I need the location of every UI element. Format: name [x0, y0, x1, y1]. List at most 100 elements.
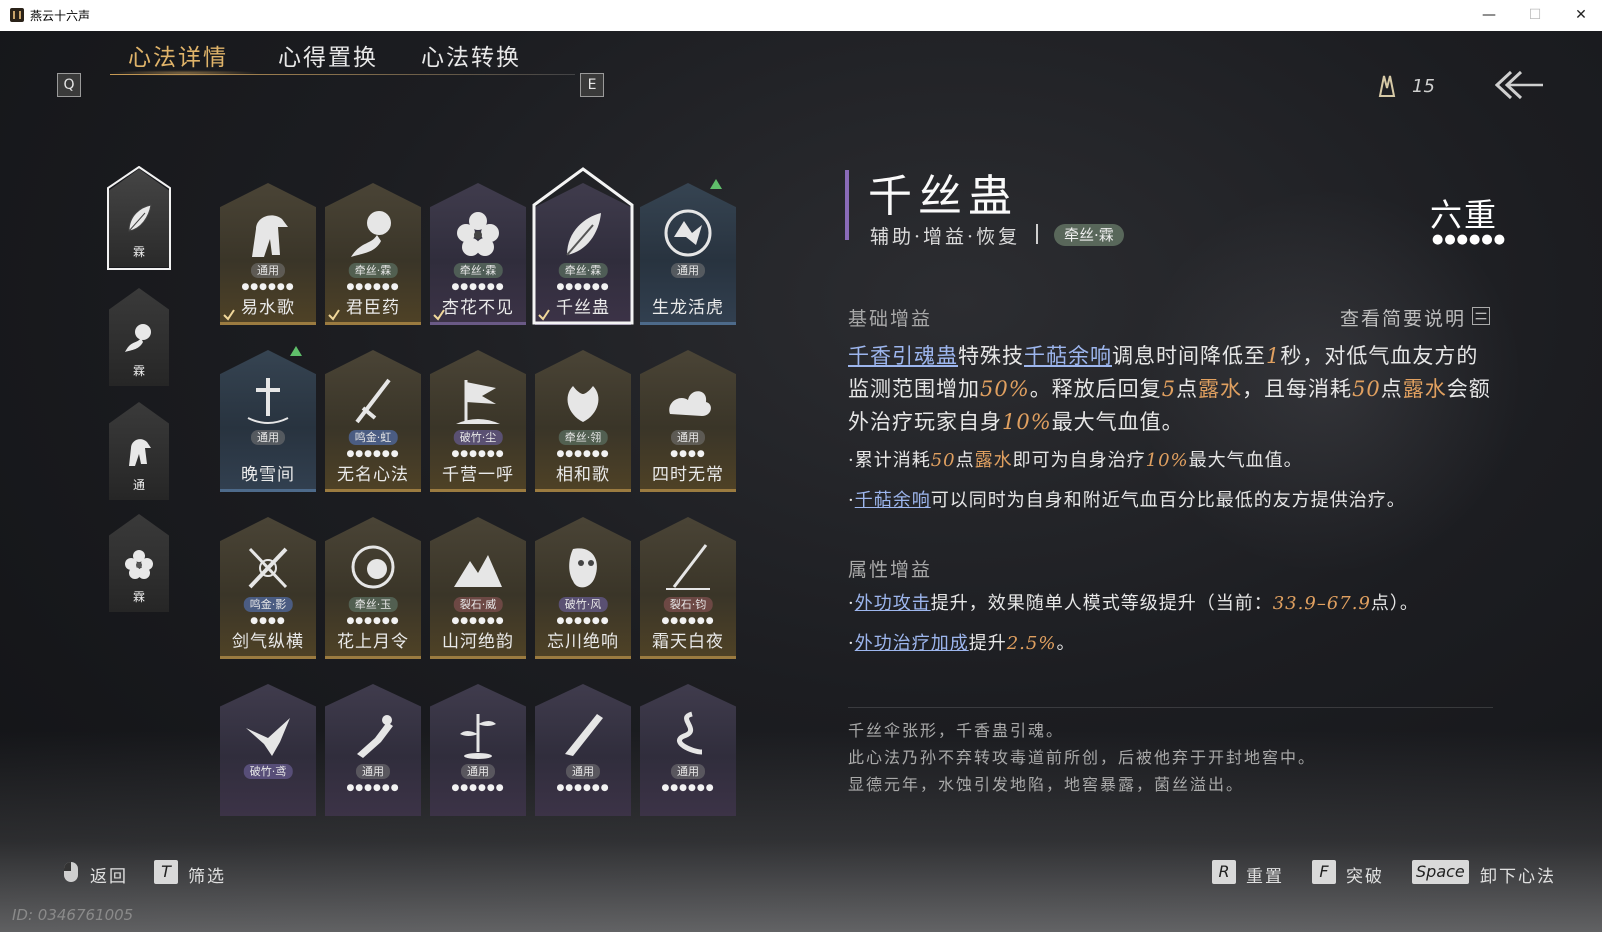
back-button[interactable]: 返回: [90, 862, 128, 887]
back-arrow-icon[interactable]: [1495, 68, 1545, 102]
filter-button[interactable]: 筛选: [188, 862, 226, 887]
skill-card[interactable]: 通用 ●●●●●● 易水歌: [220, 183, 316, 325]
rank-dots: ●●●●: [670, 449, 706, 459]
view-brief-button[interactable]: 查看简要说明: [1340, 304, 1466, 331]
dragon-emblem-icon: [664, 209, 712, 257]
skill-name: 花上月令: [337, 632, 409, 652]
upgrade-arrow-icon: [710, 179, 722, 189]
skill-card[interactable]: 鸣金·虹 ●●●●●● 无名心法: [325, 350, 421, 492]
sword-icon: [355, 378, 391, 424]
minimize-button[interactable]: —: [1466, 0, 1512, 31]
value: 1: [1266, 344, 1281, 368]
mountain-icon: [454, 555, 502, 587]
skill-link[interactable]: 千萜余响: [1024, 344, 1112, 368]
value: 33.9–67.9: [1272, 593, 1371, 614]
skill-card[interactable]: 牵丝·翎 ●●●●●● 相和歌: [535, 350, 631, 492]
skill-card[interactable]: 破竹·尘 ●●●●●● 千营一呼: [430, 350, 526, 492]
left-slot-label: 霖: [132, 590, 145, 604]
lore-line: 此心法乃孙不弃转攻毒道前所创，后被他弃于开封地窖中。: [848, 748, 1317, 767]
school-tag: 鸣金·虹: [348, 430, 398, 445]
value: 50%: [980, 377, 1030, 401]
skill-card[interactable]: 牵丝·霖 ●●●●●● 君臣药: [325, 183, 421, 325]
text: ，且每消耗: [1242, 377, 1353, 401]
card-base-line: [325, 489, 421, 492]
dew-term: 露水: [1402, 377, 1447, 401]
school-tag: 牵丝·玉: [348, 597, 398, 612]
filter-key[interactable]: T: [154, 860, 178, 884]
skill-card[interactable]: 通用 生龙活虎: [640, 183, 736, 325]
rank-dots: ●●●●●●: [661, 783, 715, 793]
school-badge: 牵丝·霖: [1054, 224, 1124, 246]
skill-card[interactable]: 通用 ●●●● 四时无常: [640, 350, 736, 492]
spear-icon: [666, 544, 710, 590]
text: 点: [1176, 377, 1199, 401]
school-tag: 通用: [671, 263, 705, 278]
tab-skill-details[interactable]: 心法详情: [128, 38, 228, 72]
card-base-line: [640, 489, 736, 492]
rank-dots: ●●●●●●: [451, 282, 505, 292]
value: 5: [1161, 377, 1177, 401]
reset-key[interactable]: R: [1212, 860, 1236, 884]
skill-card[interactable]: 通用 ●●●●●●: [535, 684, 631, 816]
text: ·累计消耗: [848, 450, 931, 471]
attr-link[interactable]: 外功攻击: [855, 593, 931, 614]
breakthrough-button[interactable]: 突破: [1346, 862, 1384, 887]
left-slot-label: 霖: [132, 245, 145, 259]
skill-card[interactable]: 牵丝·霖 ●●●●●● 杏花不见: [430, 183, 526, 325]
reset-button[interactable]: 重置: [1246, 862, 1284, 887]
toggle-icon[interactable]: [1472, 307, 1490, 325]
skill-card[interactable]: 通用 晚雪间: [220, 350, 316, 492]
upgrade-arrow-icon: [290, 346, 302, 356]
school-tag: 通用: [671, 430, 705, 445]
close-button[interactable]: ✕: [1558, 0, 1602, 31]
card-base-line: [640, 656, 736, 659]
tab-underline: [110, 74, 575, 75]
card-base-line: [535, 656, 631, 659]
value: 2.5%: [1006, 633, 1057, 654]
tab-next-key[interactable]: E: [580, 73, 604, 97]
text: 最大气血值。: [1051, 410, 1184, 434]
rank-dots: ●●●●●●: [451, 783, 505, 793]
skill-link[interactable]: 千香引魂蛊: [848, 344, 958, 368]
section-attribute-bonus: 属性增益: [848, 559, 933, 581]
skill-card[interactable]: 裂石·钧 ●●●●●● 霜天白夜: [640, 517, 736, 659]
card-base-line: [325, 656, 421, 659]
skill-card[interactable]: 破竹·风 ●●●●●● 忘川绝响: [535, 517, 631, 659]
skill-link[interactable]: 千萜余响: [855, 490, 931, 511]
base-bullet-1: ·累计消耗50点露水即可为自身治疗10%最大气血值。: [848, 446, 1303, 472]
rank-dots: ●●●●●●: [241, 282, 295, 292]
breakthrough-key[interactable]: F: [1312, 860, 1336, 884]
attr-link[interactable]: 外功治疗加成: [855, 633, 969, 654]
base-bonus-text: 千香引魂蛊特殊技千萜余响调息时间降低至1秒，对低气血友方的监测范围增加50%。释…: [848, 340, 1498, 439]
skill-card[interactable]: 裂石·威 ●●●●●● 山河绝韵: [430, 517, 526, 659]
skill-card[interactable]: 通用 ●●●●●●: [640, 684, 736, 816]
skill-name: 霜天白夜: [652, 632, 724, 652]
skill-card[interactable]: 通用 ●●●●●●: [325, 684, 421, 816]
skill-card[interactable]: 牵丝·玉 ●●●●●● 花上月令: [325, 517, 421, 659]
card-base-line: [220, 489, 316, 492]
card-base-line: [640, 322, 736, 325]
text: 点: [1380, 377, 1403, 401]
text: 。释放后回复: [1029, 377, 1162, 401]
text: ·: [848, 593, 855, 614]
maximize-button[interactable]: ☐: [1512, 0, 1558, 31]
mouse-icon: [64, 862, 78, 882]
base-bullet-2: ·千萜余响可以同时为自身和附近气血百分比最低的友方提供治疗。: [848, 486, 1406, 512]
left-slot-label: 通: [132, 478, 145, 492]
card-base-line: [430, 489, 526, 492]
tab-skill-convert[interactable]: 心法转换: [421, 38, 521, 72]
skill-card[interactable]: 鸣金·影 ●●●● 剑气纵横: [220, 517, 316, 659]
skill-name: 晚雪间: [241, 465, 295, 485]
skill-name: 无名心法: [337, 465, 409, 485]
card-base-line: [430, 656, 526, 659]
pouring-jar-icon: [351, 211, 391, 257]
unload-key[interactable]: Space: [1412, 860, 1469, 884]
card-base-line: [430, 322, 526, 325]
unload-skill-button[interactable]: 卸下心法: [1480, 862, 1556, 887]
phoenix-icon: [567, 386, 599, 422]
tab-prev-key[interactable]: Q: [57, 73, 81, 97]
skill-card[interactable]: 破竹·鸢: [220, 684, 316, 816]
tab-insight-swap[interactable]: 心得置换: [278, 38, 378, 72]
skill-card[interactable]: 通用 ●●●●●●: [430, 684, 526, 816]
player-id: ID: 0346761005: [12, 906, 134, 924]
